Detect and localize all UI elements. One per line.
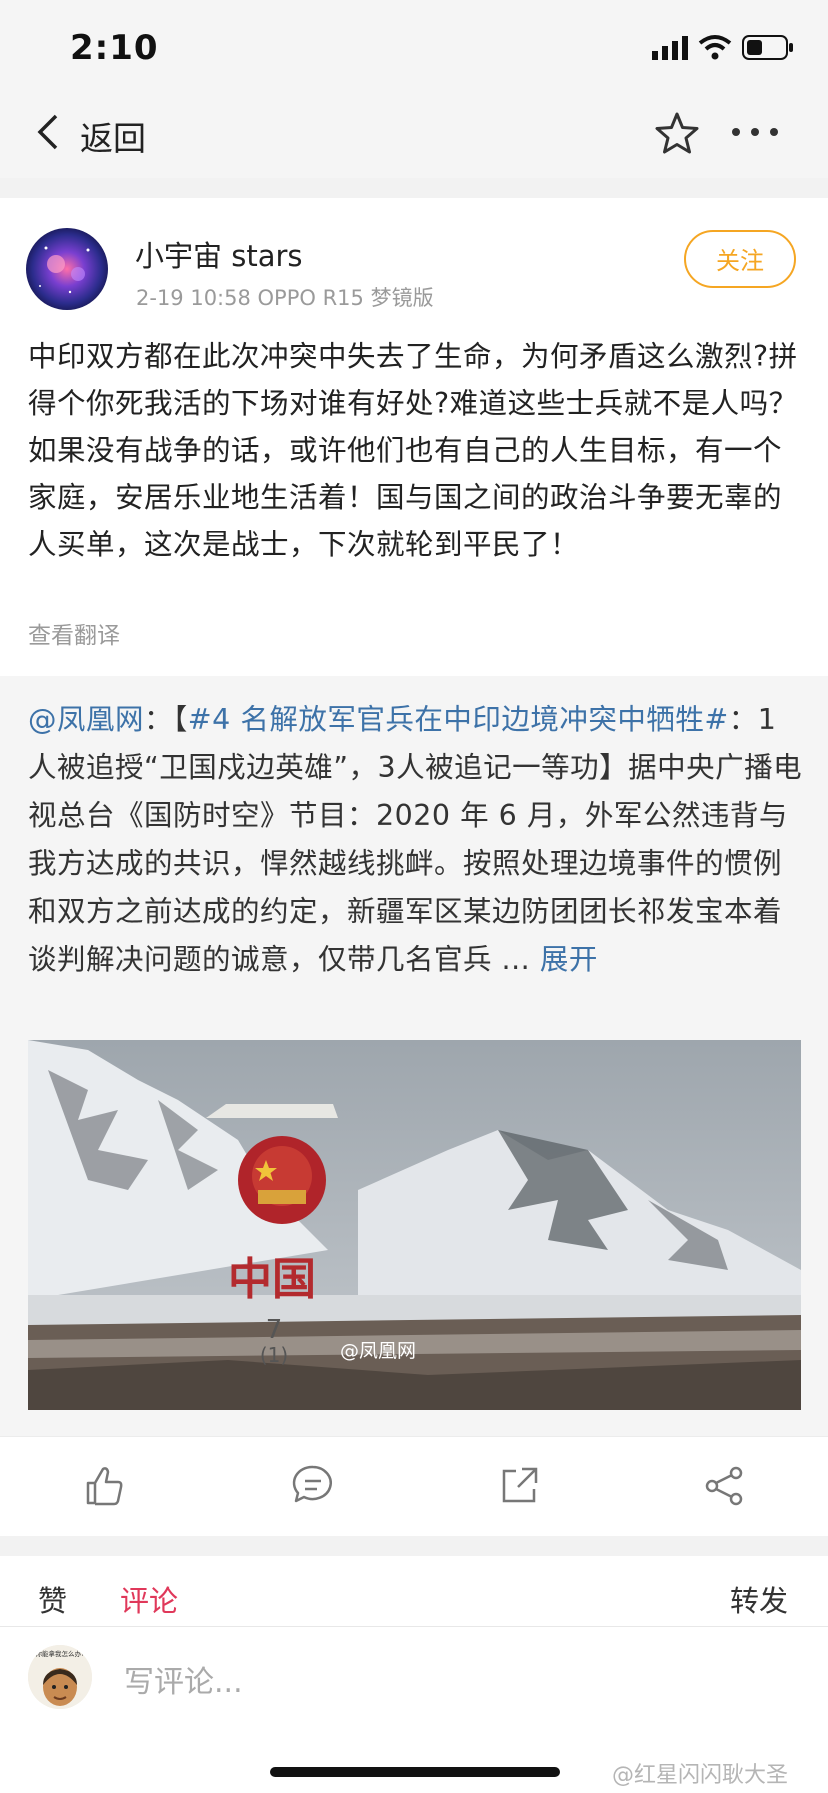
avatar-caption: 你能拿我怎么办?	[36, 1649, 85, 1658]
section-divider-2	[0, 1536, 828, 1556]
status-bar: 2:10	[0, 0, 828, 96]
post-text: 中印双方都在此次冲突中失去了生命，为何矛盾这么激烈?拼得个你死我活的下场对谁有好…	[28, 340, 798, 561]
comment-bar: 你能拿我怎么办? 写评论... @红星闪闪耿大圣	[0, 1626, 828, 1793]
signal-icon	[652, 36, 688, 60]
home-indicator[interactable]	[270, 1767, 560, 1777]
repost-bracket: ：【	[144, 703, 188, 736]
status-time: 2:10	[70, 28, 159, 68]
more-icon[interactable]	[730, 126, 780, 138]
topic-link[interactable]: #4 名解放军官兵在中印边境冲突中牺牲#	[188, 703, 729, 736]
post-card: 小宇宙 stars 2-19 10:58 OPPO R15 梦镜版 关注 中印双…	[0, 198, 828, 676]
favorite-star-icon[interactable]	[654, 110, 700, 156]
section-divider	[0, 178, 828, 198]
repost-text: @凤凰网：【#4 名解放军官兵在中印边境冲突中牺牲#：1人被追授“卫国戍边英雄”…	[28, 696, 803, 984]
watermark: @红星闪闪耿大圣	[612, 1763, 789, 1788]
image-watermark: @凤凰网	[340, 1340, 416, 1362]
marker-number: 7	[266, 1315, 283, 1345]
repost-image[interactable]: 中国 7 (1) @凤凰网	[28, 1040, 801, 1410]
comment-input[interactable]: 写评论...	[124, 1657, 243, 1701]
tab-like[interactable]: 赞	[38, 1578, 67, 1620]
username[interactable]: 小宇宙 stars	[135, 233, 303, 275]
user-avatar[interactable]: 你能拿我怎么办?	[28, 1645, 92, 1709]
comment-icon[interactable]	[288, 1461, 338, 1511]
share-out-icon[interactable]	[494, 1461, 544, 1511]
action-bar	[0, 1436, 828, 1537]
nav-bar: 返回	[0, 96, 828, 179]
marker-text: 中国	[228, 1254, 316, 1305]
back-arrow-icon[interactable]	[34, 112, 62, 152]
tab-repost[interactable]: 转发	[730, 1578, 788, 1620]
post-meta: 2-19 10:58 OPPO R15 梦镜版	[136, 286, 434, 310]
battery-icon	[742, 35, 793, 60]
wifi-icon	[698, 35, 732, 60]
back-button[interactable]: 返回	[80, 112, 146, 160]
expand-link[interactable]: 展开	[540, 943, 598, 976]
tab-bar: 赞 评论 转发	[0, 1556, 828, 1626]
translate-link[interactable]: 查看翻译	[28, 616, 120, 650]
follow-button[interactable]: 关注	[684, 230, 796, 288]
repost-card[interactable]: @凤凰网：【#4 名解放军官兵在中印边境冲突中牺牲#：1人被追授“卫国戍边英雄”…	[0, 676, 828, 1436]
tab-comment[interactable]: 评论	[120, 1578, 178, 1620]
like-icon[interactable]	[80, 1461, 130, 1511]
share-icon[interactable]	[700, 1461, 750, 1511]
mention-link[interactable]: @凤凰网	[28, 703, 144, 736]
repost-body: ：1人被追授“卫国戍边英雄”，3人被追记一等功】据中央广播电视总台《国防时空》节…	[28, 703, 803, 976]
avatar[interactable]	[26, 228, 108, 310]
marker-sub: (1)	[260, 1343, 288, 1367]
